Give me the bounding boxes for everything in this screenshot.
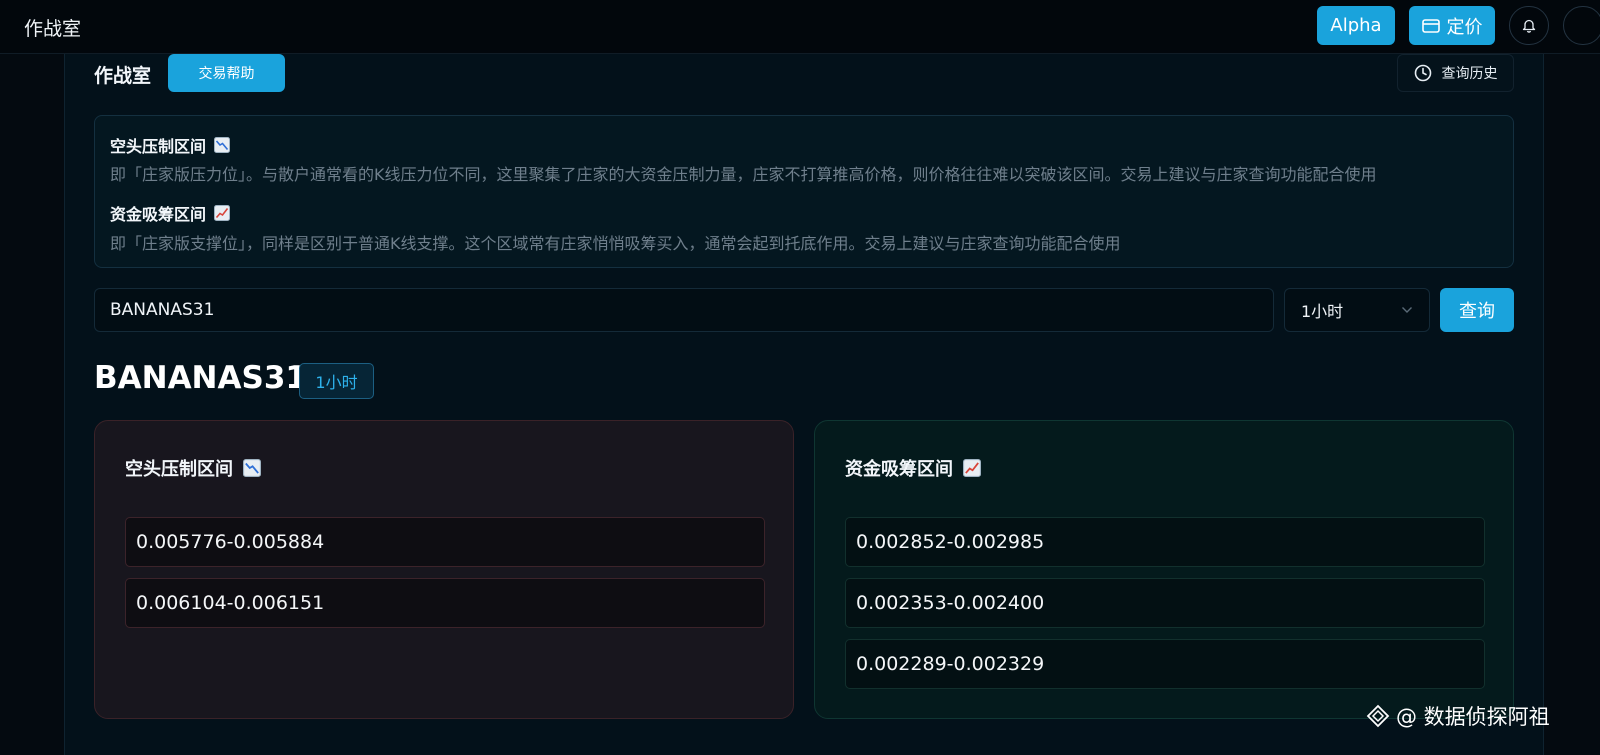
long-zone-range: 0.002852-0.002985 [845, 517, 1485, 567]
short-zone-card-title: 空头压制区间 [125, 455, 261, 481]
long-zone-info-label: 资金吸筹区间 [110, 205, 207, 224]
notifications-button[interactable] [1509, 6, 1549, 45]
short-zone-card-label: 空头压制区间 [125, 459, 233, 480]
query-button[interactable]: 查询 [1440, 288, 1514, 332]
long-zone-card-label: 资金吸筹区间 [845, 459, 953, 480]
short-zone-range: 0.006104-0.006151 [125, 578, 765, 628]
panel-title: 作战室 [94, 65, 152, 87]
timeframe-badge: 1小时 [299, 363, 374, 399]
long-zone-info-title: 资金吸筹区间 [110, 201, 231, 225]
short-zone-info-title: 空头压制区间 [110, 133, 231, 157]
app-title: 作战室 [24, 18, 82, 40]
chart-increasing-icon [963, 459, 981, 477]
timeframe-select[interactable]: 1小时 [1284, 288, 1430, 332]
long-zone-card-title: 资金吸筹区间 [845, 455, 981, 481]
chart-increasing-icon [214, 205, 231, 221]
pricing-button[interactable]: 定价 [1409, 6, 1495, 45]
short-zone-info-label: 空头压制区间 [110, 137, 207, 156]
watermark-text: @ 数据侦探阿祖 [1396, 705, 1550, 729]
chevron-down-icon [1402, 307, 1412, 313]
result-symbol-title: BANANAS31 [94, 360, 307, 396]
query-history-button[interactable]: 查询历史 [1397, 54, 1514, 92]
trading-help-button[interactable]: 交易帮助 [168, 54, 285, 92]
short-zone-card: 空头压制区间 0.005776-0.005884 0.006104-0.0061… [94, 420, 794, 719]
short-zone-info-description: 即「庄家版压力位」。与散户通常看的K线压力位不同，这里聚集了庄家的大资金压制力量… [110, 165, 1377, 184]
bell-icon [1522, 19, 1536, 33]
long-zone-range: 0.002353-0.002400 [845, 578, 1485, 628]
credit-card-icon [1421, 18, 1440, 33]
timeframe-select-value: 1小时 [1301, 302, 1344, 321]
chart-decreasing-icon [243, 459, 261, 477]
chart-decreasing-icon [214, 137, 231, 153]
long-zone-range: 0.002289-0.002329 [845, 639, 1485, 689]
query-history-label: 查询历史 [1441, 66, 1498, 82]
long-zone-card: 资金吸筹区间 0.002852-0.002985 0.002353-0.0024… [814, 420, 1514, 719]
pricing-label: 定价 [1446, 16, 1483, 38]
clock-icon [1414, 64, 1431, 82]
alpha-button[interactable]: Alpha [1317, 6, 1395, 45]
long-zone-info-description: 即「庄家版支撑位」，同样是区别于普通K线支撑。这个区域常有庄家悄悄吸筹买入，通常… [110, 234, 1121, 253]
watermark: @ 数据侦探阿祖 [1366, 702, 1550, 730]
symbol-search-input[interactable] [94, 288, 1274, 332]
top-bar: 作战室 Alpha 定价 [0, 0, 1600, 54]
diamond-logo-icon [1366, 704, 1390, 728]
user-menu-button[interactable] [1563, 6, 1600, 45]
short-zone-range: 0.005776-0.005884 [125, 517, 765, 567]
